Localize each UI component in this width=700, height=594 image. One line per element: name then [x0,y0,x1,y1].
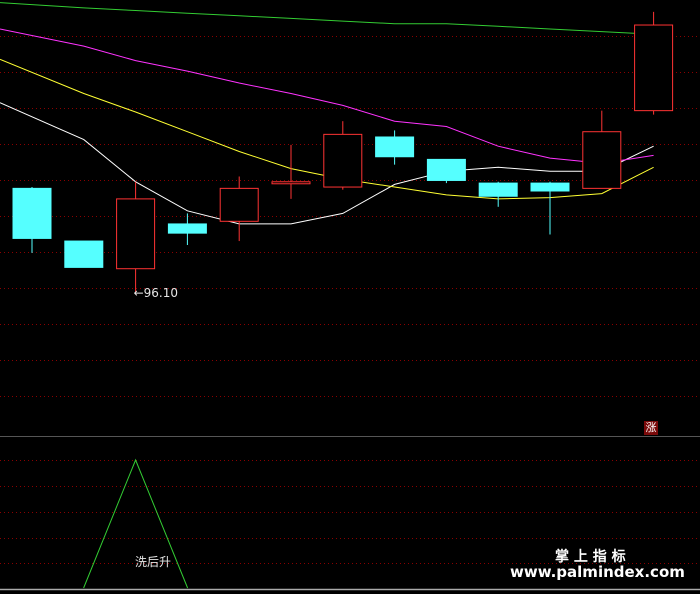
candle-up [634,24,674,112]
candle-down [530,182,570,192]
indicator-label: 洗后升 [135,555,172,569]
candle-up [323,133,363,188]
candle-down [167,223,207,234]
watermark-url: www.palmindex.com [510,563,685,581]
candle-up [116,198,156,270]
candle-up [271,181,311,185]
ma-line-4 [0,2,654,35]
candlestick-chart [0,2,700,591]
rise-tag: 涨 [644,421,658,435]
candle-down [12,187,52,239]
candle-up [219,187,259,222]
candle-down [375,136,415,158]
candle-down [64,240,104,268]
candle-down [426,158,466,181]
candle-down [478,182,518,197]
candle-up [582,131,622,189]
low-price-label: ←96.10 [133,285,179,300]
